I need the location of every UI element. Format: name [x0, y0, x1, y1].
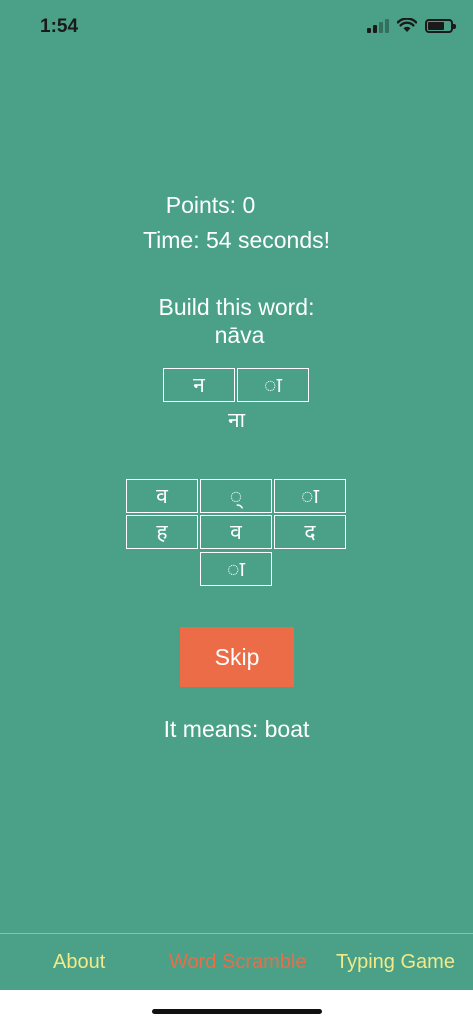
built-tile[interactable]: न [163, 368, 235, 402]
built-tile[interactable]: ा [237, 368, 309, 402]
built-word-tiles: न ा [163, 368, 309, 402]
letter-tile[interactable]: ा [274, 479, 346, 513]
build-prompt: Build this word: [158, 294, 315, 320]
tab-bar: About Word Scramble Typing Game [0, 933, 473, 990]
letter-tiles-row-2: ह व द [126, 515, 346, 549]
battery-icon [425, 18, 456, 33]
letter-tile[interactable]: व [126, 479, 198, 513]
time-label: Time: 54 seconds! [142, 227, 331, 253]
target-word: nāva [214, 322, 265, 348]
letter-tile[interactable]: ् [200, 479, 272, 513]
tab-about[interactable]: About [53, 951, 105, 974]
tab-typing-game[interactable]: Typing Game [336, 951, 455, 974]
letter-tile[interactable]: ा [200, 552, 272, 586]
cellular-signal-icon [367, 18, 389, 33]
wifi-icon [397, 18, 417, 32]
built-word-preview: ना [227, 408, 246, 432]
letter-tile[interactable]: द [274, 515, 346, 549]
letter-tiles-row-1: व ् ा [126, 479, 346, 513]
home-indicator[interactable] [152, 1009, 322, 1014]
home-indicator-area [0, 990, 473, 1024]
tab-word-scramble[interactable]: Word Scramble [169, 951, 306, 974]
status-icons [367, 18, 456, 33]
status-bar: 1:54 [0, 0, 473, 56]
points-label: Points: 0 [165, 192, 256, 218]
skip-button[interactable]: Skip [180, 627, 294, 687]
letter-tile[interactable]: ह [126, 515, 198, 549]
letter-tile[interactable]: व [200, 515, 272, 549]
status-time: 1:54 [40, 16, 79, 37]
meaning-label: It means: boat [163, 716, 310, 742]
letter-tiles-row-3: ा [200, 552, 272, 586]
